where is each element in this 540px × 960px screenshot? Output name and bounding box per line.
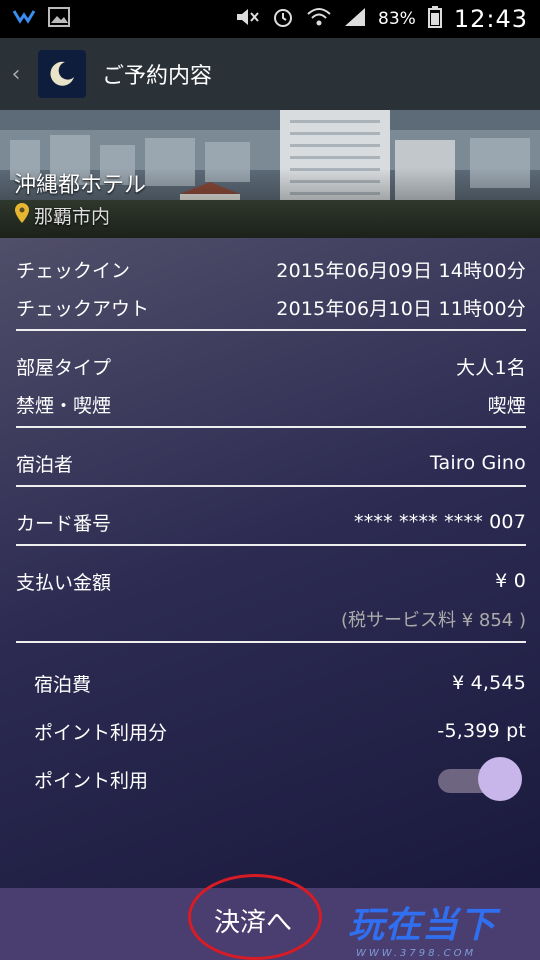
map-pin-icon — [14, 202, 30, 229]
page-title: ご予約内容 — [102, 64, 213, 89]
guest-label: 宿泊者 — [16, 453, 74, 476]
points-used-value: -5,399 pt — [437, 720, 526, 742]
lodging-fee-label: 宿泊費 — [34, 673, 92, 696]
lodging-fee-row: 宿泊費 ¥ 4,545 — [16, 659, 526, 707]
hotel-location-label: 那覇市内 — [34, 206, 111, 228]
payment-row: 支払い金額 ¥ 0 — [16, 562, 526, 600]
tax-note: (税サービス料 ¥ 854 ) — [340, 610, 526, 631]
checkin-value: 2015年06月09日 14時00分 — [276, 259, 526, 282]
status-bar: 83% 12:43 — [0, 0, 540, 38]
hotel-name: 沖縄都ホテル — [14, 173, 147, 198]
card-label: カード番号 — [16, 512, 112, 535]
guest-value: Tairo Gino — [429, 452, 526, 474]
divider — [16, 641, 526, 643]
divider — [16, 329, 526, 331]
gallery-notification-icon — [48, 7, 70, 31]
tax-note-row: (税サービス料 ¥ 854 ) — [16, 600, 526, 638]
lodging-fee-value: ¥ 4,545 — [452, 672, 526, 694]
alarm-icon — [272, 6, 294, 32]
points-used-row: ポイント利用分 -5,399 pt — [16, 707, 526, 755]
app-logo-icon[interactable] — [38, 50, 86, 98]
clock: 12:43 — [453, 5, 528, 33]
hotel-location: 那覇市内 — [14, 202, 110, 229]
smoking-value: 喫煙 — [487, 394, 526, 417]
card-row: カード番号 **** **** **** 007 — [16, 503, 526, 541]
watermark-text: 玩在当下 — [348, 905, 497, 946]
divider — [16, 485, 526, 487]
guest-row: 宿泊者 Tairo Gino — [16, 444, 526, 482]
checkout-value: 2015年06月10日 11時00分 — [276, 297, 526, 320]
checkout-label: チェックアウト — [16, 297, 150, 320]
room-type-value: 大人1名 — [456, 356, 526, 379]
app-notification-icon — [12, 7, 36, 31]
hotel-hero-image: 沖縄都ホテル 那覇市内 — [0, 110, 540, 238]
signal-icon — [344, 7, 366, 31]
card-value: **** **** **** 007 — [354, 511, 526, 533]
payment-label: 支払い金額 — [16, 571, 112, 594]
points-used-label: ポイント利用分 — [34, 721, 168, 744]
use-points-label: ポイント利用 — [34, 769, 149, 792]
smoking-row: 禁煙・喫煙 喫煙 — [16, 385, 526, 423]
smoking-label: 禁煙・喫煙 — [16, 394, 112, 417]
checkin-label: チェックイン — [16, 259, 131, 282]
watermark-url: WWW.3798.COM — [356, 948, 477, 959]
battery-icon — [427, 6, 442, 32]
watermark: 玩在当下 WWW.3798.COM — [348, 896, 530, 959]
checkout-row: チェックアウト 2015年06月10日 11時00分 — [16, 288, 526, 326]
checkin-row: チェックイン 2015年06月09日 14時00分 — [16, 250, 526, 288]
use-points-row: ポイント利用 — [16, 755, 526, 803]
app-bar: ‹ ご予約内容 — [0, 38, 540, 110]
divider — [16, 544, 526, 546]
reservation-details: チェックイン 2015年06月09日 14時00分 チェックアウト 2015年0… — [16, 250, 526, 803]
toggle-thumb — [478, 757, 522, 801]
payment-value: ¥ 0 — [495, 570, 526, 592]
back-icon[interactable]: ‹ — [2, 62, 30, 87]
room-type-row: 部屋タイプ 大人1名 — [16, 347, 526, 385]
mute-icon — [234, 7, 260, 31]
battery-percentage: 83% — [378, 9, 416, 29]
divider — [16, 426, 526, 428]
pay-button[interactable]: 決済へ — [188, 884, 318, 956]
room-type-label: 部屋タイプ — [16, 356, 112, 379]
use-points-toggle[interactable] — [434, 757, 526, 801]
wifi-icon — [306, 6, 332, 32]
